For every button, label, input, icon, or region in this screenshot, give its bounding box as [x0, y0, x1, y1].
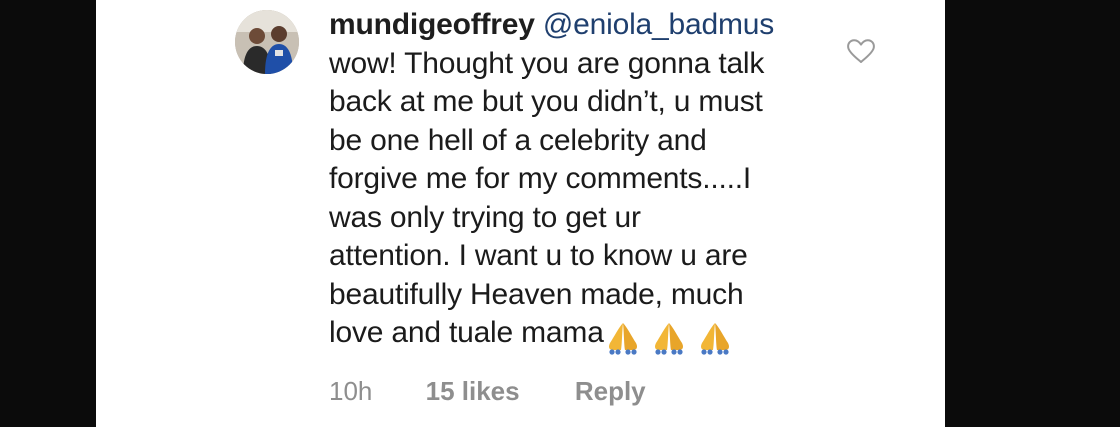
folded-hands-icon: [700, 322, 729, 355]
comment-body: mundigeoffrey @eniola_badmus wow! Though…: [329, 6, 829, 355]
emoji-row: [604, 316, 734, 355]
comment-text-line: wow! Thought you are gonna talk: [329, 46, 765, 80]
reply-button[interactable]: Reply: [575, 376, 646, 407]
comment-text-line: forgive me for my comments.....I: [329, 162, 752, 195]
comment-meta: 10h 15 likes Reply: [329, 376, 646, 407]
avatar-photo-icon: [235, 10, 299, 74]
avatar[interactable]: [235, 10, 299, 74]
comment-card: mundigeoffrey @eniola_badmus wow! Though…: [96, 0, 945, 427]
folded-hands-icon: [654, 322, 683, 355]
username-link[interactable]: mundigeoffrey: [329, 8, 535, 41]
comment-last-line: love and tuale mama: [329, 314, 829, 355]
comment-text-line: love and tuale mama: [329, 316, 604, 349]
comment-text-line: be one hell of a celebrity and: [329, 123, 707, 157]
heart-outline-icon[interactable]: [846, 38, 876, 64]
comment-text-line: was only trying to get ur: [329, 200, 641, 234]
like-button: [847, 39, 875, 63]
comment-text-line: attention. I want u to know u are: [329, 239, 748, 272]
comment-header: mundigeoffrey @eniola_badmus: [329, 6, 829, 45]
comment-timestamp: 10h: [329, 376, 373, 406]
comment-text-line: back at me but you didn’t, u must: [329, 85, 763, 118]
mention-link[interactable]: @eniola_badmus: [543, 8, 774, 41]
folded-hands-icon: [608, 322, 637, 355]
likes-count-link[interactable]: 15 likes: [426, 376, 520, 407]
screenshot-stage: mundigeoffrey @eniola_badmus wow! Though…: [0, 0, 1120, 427]
comment-text-line: beautifully Heaven made, much: [329, 277, 744, 311]
